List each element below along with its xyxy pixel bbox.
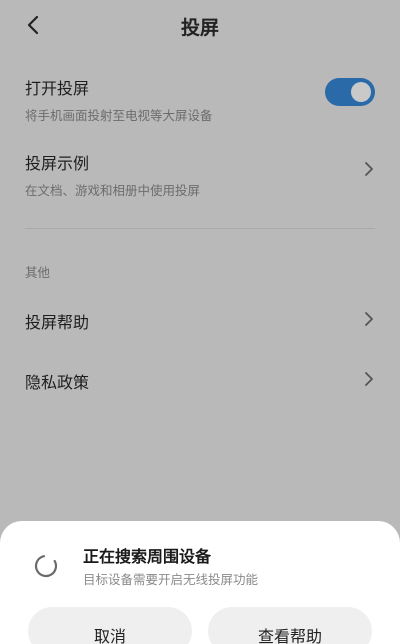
cast-toggle-title: 打开投屏 <box>25 79 90 98</box>
section-divider <box>25 228 375 229</box>
cast-example-title: 投屏示例 <box>25 154 90 173</box>
chevron-right-icon <box>365 372 373 386</box>
dialog-subtitle: 目标设备需要开启无线投屏功能 <box>83 572 259 587</box>
chevron-right-icon <box>365 312 373 326</box>
view-help-button[interactable]: 查看帮助 <box>208 607 372 644</box>
cast-help-row[interactable]: 投屏帮助 <box>25 309 375 333</box>
cast-example-row[interactable]: 投屏示例 在文档、游戏和相册中使用投屏 <box>25 150 375 198</box>
loading-spinner-icon <box>34 554 58 578</box>
cancel-button[interactable]: 取消 <box>28 607 192 644</box>
cast-toggle-subtitle: 将手机画面投射至电视等大屏设备 <box>25 108 213 123</box>
chevron-right-icon <box>365 162 373 176</box>
privacy-policy-row[interactable]: 隐私政策 <box>25 369 375 393</box>
cast-toggle-switch[interactable] <box>325 78 375 106</box>
cast-toggle-row[interactable]: 打开投屏 将手机画面投射至电视等大屏设备 <box>25 75 375 123</box>
cast-help-title: 投屏帮助 <box>25 313 90 332</box>
page-title: 投屏 <box>180 17 219 39</box>
section-label-other: 其他 <box>25 265 51 280</box>
cast-settings-screen: 投屏 打开投屏 将手机画面投射至电视等大屏设备 投屏示例 在文档、游戏和相册中使… <box>0 0 400 644</box>
searching-devices-sheet: 正在搜索周围设备 目标设备需要开启无线投屏功能 取消 查看帮助 <box>0 521 400 644</box>
top-bar: 投屏 <box>0 0 400 52</box>
privacy-policy-title: 隐私政策 <box>25 373 90 392</box>
cast-example-subtitle: 在文档、游戏和相册中使用投屏 <box>25 183 201 198</box>
toggle-knob <box>351 82 371 102</box>
dialog-title: 正在搜索周围设备 <box>83 547 212 566</box>
